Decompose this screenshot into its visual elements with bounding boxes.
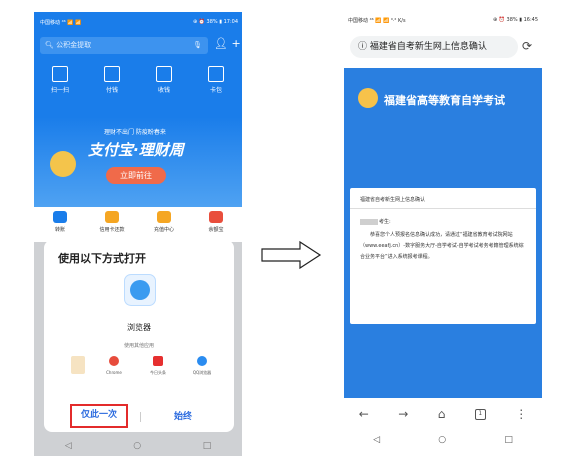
banner-subtitle: 理财不出门 防疫盼春来 (104, 129, 166, 136)
quick-item-scan[interactable]: 扫一扫 (40, 62, 80, 112)
tabs-icon[interactable]: 1 (474, 408, 486, 420)
status-left: 中国移动 ⁴⁶ 📶 📶 ⁰·² K/s (348, 18, 406, 24)
qq-browser-icon (197, 356, 207, 366)
quick-item-pay[interactable]: 付钱 (92, 62, 132, 112)
sheet-actions: 仅此一次 始终 (44, 404, 234, 430)
forward-arrow-icon[interactable]: → (398, 407, 408, 421)
page-hero: 福建省高等教育自学考试 福建省自考新生网上信息确认 考生: 恭喜您个人预报名信息… (344, 68, 542, 398)
search-placeholder: 公积金提取 (56, 41, 92, 49)
home-icon[interactable]: ○ (438, 435, 446, 445)
home-icon[interactable]: ○ (133, 441, 141, 451)
other-apps-label: 使用其他应用 (123, 343, 154, 349)
card-header: 福建省自考新生网上信息确认 (360, 197, 426, 203)
moneybag-icon (209, 211, 223, 223)
recent-apps-icon[interactable]: □ (203, 441, 212, 451)
divider (140, 412, 141, 422)
url-text: 福建省自考新生网上信息确认 (369, 42, 487, 52)
transfer-icon (53, 211, 67, 223)
greeting: 考生: (360, 218, 391, 225)
yen-icon (156, 66, 172, 82)
back-icon[interactable]: ◁ (65, 441, 72, 451)
app-option-chrome[interactable]: Chrome (96, 356, 132, 375)
app-icon (71, 356, 85, 374)
info-icon[interactable]: ⓘ (358, 42, 370, 52)
back-icon[interactable]: ◁ (373, 435, 380, 445)
card-icon (105, 211, 119, 223)
just-once-button[interactable]: 仅此一次 (70, 404, 128, 428)
recent-apps-icon[interactable]: □ (504, 435, 513, 445)
search-icon: 🔍︎ (45, 41, 54, 49)
status-left: 中国移动 ⁴⁶ 📶 📶 (40, 19, 82, 26)
home-icon[interactable]: ⌂ (438, 407, 446, 421)
status-bar: 中国移动 ⁴⁶ 📶 📶 ⁰·² K/s ⊕ ⏰ 38% ▮ 16:45 (348, 17, 538, 27)
menu-icon[interactable]: ⋮ (515, 407, 527, 421)
always-button[interactable]: 始终 (174, 409, 192, 422)
grid-item-credit[interactable]: 信用卡还款 (92, 207, 132, 242)
browser-app-button[interactable] (124, 274, 156, 306)
app-option-toutiao[interactable]: 今日头条 (140, 356, 176, 376)
grid-item-transfer[interactable]: 转账 (40, 207, 80, 242)
quick-actions: 扫一扫 付钱 收钱 卡包 (34, 62, 242, 112)
card-body: 恭喜您个人预报名信息确认成功，请通过“福建省教育考试院网站（www.eeafj.… (360, 232, 524, 260)
transition-arrow-icon (260, 240, 322, 274)
browser-app-label: 浏览器 (127, 323, 151, 332)
wallet-icon (208, 66, 224, 82)
app-option-1[interactable] (60, 356, 96, 378)
mascot-icon (50, 151, 76, 177)
browser-toolbar: ← → ⌂ 1 ⋮ (344, 404, 542, 424)
mic-icon[interactable]: 🎙︎ (193, 37, 202, 54)
search-input[interactable]: 🔍︎ 公积金提取 🎙︎ (40, 37, 208, 54)
barcode-icon (104, 66, 120, 82)
right-phone-screen: 中国移动 ⁴⁶ 📶 📶 ⁰·² K/s ⊕ ⏰ 38% ▮ 16:45 ⓘ 福建… (344, 12, 542, 456)
plus-icon[interactable]: + (231, 37, 240, 50)
app-option-qqbrowser[interactable]: QQ浏览器 (184, 356, 220, 376)
back-arrow-icon[interactable]: ← (359, 407, 369, 421)
other-apps-list: Chrome 今日头条 QQ浏览器 (60, 356, 230, 386)
confirmation-card: 福建省自考新生网上信息确认 考生: 恭喜您个人预报名信息确认成功，请通过“福建省… (350, 188, 536, 324)
banner-title: 支付宝·理财周 (88, 141, 184, 159)
chrome-icon (109, 356, 119, 366)
android-nav-bar: ◁ ○ □ (34, 436, 242, 456)
reload-icon[interactable]: ⟳ (522, 39, 532, 53)
status-right: ⊕ ⏰ 38% ▮ 16:45 (492, 17, 538, 23)
address-bar[interactable]: ⓘ 福建省自考新生网上信息确认 (350, 36, 518, 58)
status-right: ⊕ ⏰ 38% ▮ 17:04 (192, 19, 238, 25)
grid-item-recharge[interactable]: 充值中心 (144, 207, 184, 242)
site-title: 福建省高等教育自学考试 (384, 94, 505, 107)
scan-icon (52, 66, 68, 82)
sheet-title: 使用以下方式打开 (58, 252, 146, 265)
exam-logo-icon (358, 88, 378, 108)
promo-banner[interactable]: 理财不出门 防疫盼春来 支付宝·理财周 立即前往 (34, 117, 242, 207)
divider (350, 208, 536, 209)
open-with-sheet: 使用以下方式打开 浏览器 使用其他应用 Chrome 今日头条 QQ浏览器 仅此… (44, 240, 234, 432)
left-phone-screen: 中国移动 ⁴⁶ 📶 📶 ⊕ ⏰ 38% ▮ 17:04 🔍︎ 公积金提取 🎙︎ … (34, 12, 242, 456)
phone-icon (157, 211, 171, 223)
toutiao-icon (153, 356, 163, 366)
globe-icon (130, 280, 150, 300)
status-bar: 中国移动 ⁴⁶ 📶 📶 ⊕ ⏰ 38% ▮ 17:04 (40, 17, 238, 27)
banner-go-button[interactable]: 立即前往 (106, 167, 166, 184)
quick-item-wallet[interactable]: 卡包 (196, 62, 236, 112)
android-nav-bar: ◁ ○ □ (344, 430, 542, 450)
contacts-icon[interactable]: 👤︎ (214, 37, 228, 50)
grid-item-yuebao[interactable]: 余额宝 (196, 207, 236, 242)
top-actions: 👤︎ + (214, 37, 241, 50)
quick-item-collect[interactable]: 收钱 (144, 62, 184, 112)
redacted-name (360, 218, 378, 225)
service-grid: 转账 信用卡还款 充值中心 余额宝 (34, 207, 242, 242)
